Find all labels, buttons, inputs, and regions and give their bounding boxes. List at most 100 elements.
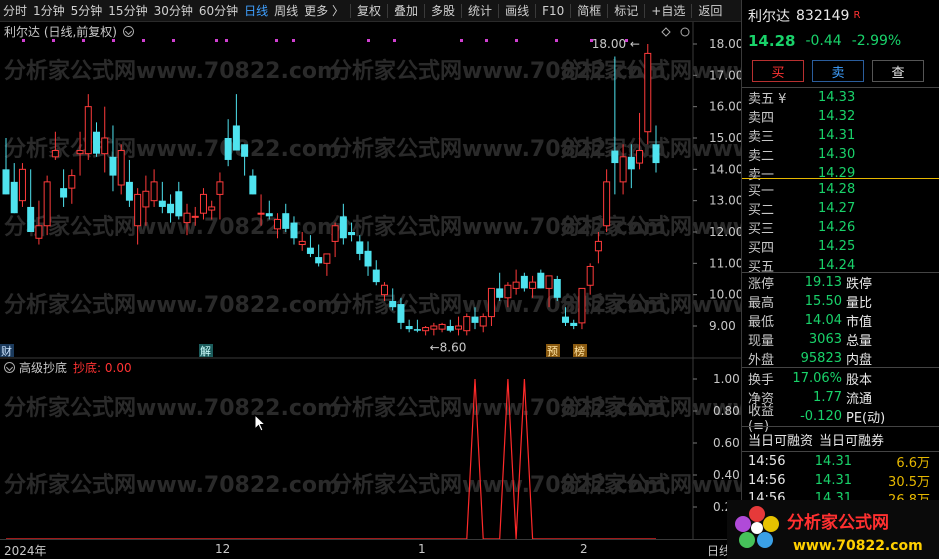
period-tab-daily[interactable]: 日线	[241, 0, 271, 21]
stats-button[interactable]: 统计	[465, 0, 495, 21]
adjust-button[interactable]: 复权	[354, 0, 384, 21]
candle-body-up	[298, 240, 306, 246]
current-volume-value: 3063	[808, 332, 842, 347]
candle-body-up	[487, 287, 495, 318]
total-volume-label: 总量	[846, 334, 873, 349]
candle-body-down	[520, 275, 528, 289]
candle-body-up	[43, 181, 51, 227]
forecast-marker: 预	[547, 345, 558, 358]
candle-body-down	[339, 216, 347, 239]
candle-body-up	[208, 206, 216, 211]
period-tab-1min[interactable]: 1分钟	[30, 0, 68, 21]
bid-label: 买四	[748, 241, 775, 256]
candle-body-up	[117, 150, 125, 186]
margin-row: 当日可融资 当日可融券	[748, 430, 935, 449]
ask-label: 卖五 ¥	[748, 92, 787, 107]
candle-body-down	[249, 175, 257, 195]
toolbar-divider	[498, 3, 500, 18]
share-capital-label: 股本	[846, 373, 873, 388]
period-tab-15min[interactable]: 15分钟	[105, 0, 150, 21]
overlay-button[interactable]: 叠加	[391, 0, 421, 21]
candle-body-down	[109, 156, 117, 176]
bid-1-row[interactable]: 买一 14.28	[748, 180, 935, 199]
period-tab-weekly[interactable]: 周线	[271, 0, 301, 21]
event-marker-dot	[275, 39, 278, 42]
candle-body-down	[27, 206, 35, 232]
x-axis: 2024年 12 1 2 日线	[0, 539, 741, 559]
candle-body-up	[512, 281, 520, 289]
low-value: 14.04	[804, 313, 842, 328]
indicator-name: 高级抄底	[19, 360, 68, 375]
trade-row: 14:56 14.31 6.6万	[748, 452, 935, 471]
bid-4-row[interactable]: 买四 14.25	[748, 237, 935, 256]
turnover-row: 换手 17.06% 股本	[748, 369, 935, 388]
ask-label: 卖三	[748, 130, 775, 145]
bid-3-row[interactable]: 买三 14.26	[748, 218, 935, 237]
market-cap-label: 市值	[846, 315, 873, 330]
bid-2-row[interactable]: 买二 14.27	[748, 199, 935, 218]
candle-body-down	[471, 316, 479, 323]
chevron-down-icon[interactable]	[4, 361, 15, 373]
query-button[interactable]: 查	[872, 60, 924, 82]
candle-body-up	[479, 316, 487, 327]
draw-line-button[interactable]: 画线	[502, 0, 532, 21]
candle-body-down	[570, 322, 578, 326]
candle-body-up	[463, 316, 471, 332]
mark-button[interactable]: 标记	[611, 0, 641, 21]
trade-price: 14.31	[814, 473, 852, 488]
diamond-icon	[661, 27, 671, 37]
buy-button[interactable]: 买	[752, 60, 804, 82]
candle-body-down	[224, 138, 232, 160]
multi-stock-button[interactable]: 多股	[428, 0, 458, 21]
candle-body-down	[10, 181, 18, 214]
divider	[742, 367, 939, 368]
indicator-tick-label: 0.40	[713, 468, 740, 482]
trade-row: 14:56 14.31 30.5万	[748, 471, 935, 490]
candle-body-up	[68, 175, 76, 189]
turnover-value: 17.06%	[792, 371, 842, 386]
y-tick-label: 10.00	[709, 288, 741, 302]
candle-body-down	[413, 329, 421, 331]
x-tick-label: 2024年	[4, 544, 47, 558]
candle-body-up	[142, 190, 150, 208]
ranking-marker: 榜	[574, 344, 585, 358]
candle-body-up	[619, 156, 627, 183]
last-price: 14.28	[748, 31, 796, 50]
candle-body-down	[125, 181, 133, 201]
watermark-text: 分析家公式网www.70822.com	[4, 395, 340, 421]
eps-value: -0.120	[800, 409, 842, 424]
indicator-tick-label: 0.60	[713, 436, 740, 450]
ask-price: 14.30	[818, 147, 856, 162]
y-tick-label: 15.00	[709, 131, 741, 145]
candle-body-up	[594, 240, 602, 252]
logo-title: 分析家公式网	[787, 512, 889, 533]
toolbar-divider	[350, 3, 351, 18]
period-tab-5min[interactable]: 5分钟	[68, 0, 106, 21]
sell-button[interactable]: 卖	[812, 60, 864, 82]
period-tab-30min[interactable]: 30分钟	[151, 0, 196, 21]
indicator-tick-label: 1.00	[713, 372, 740, 386]
event-marker-dot	[225, 39, 228, 42]
add-watchlist-button[interactable]: +自选	[648, 0, 688, 21]
period-tab-fenshi[interactable]: 分时	[0, 0, 30, 21]
candle-body-down	[397, 304, 405, 323]
candle-body-down	[356, 241, 364, 254]
simple-frame-button[interactable]: 简框	[574, 0, 604, 21]
inner-volume-label: 内盘	[846, 353, 873, 368]
ask-2-row[interactable]: 卖二 14.30	[748, 145, 935, 164]
period-tab-60min[interactable]: 60分钟	[196, 0, 241, 21]
f10-button[interactable]: F10	[539, 0, 567, 21]
bid-price: 14.28	[818, 182, 856, 197]
back-button[interactable]: 返回	[695, 0, 725, 21]
ask-5-row[interactable]: 卖五 ¥ 14.33	[748, 88, 935, 107]
ask-label: 卖二	[748, 149, 775, 164]
ask-4-row[interactable]: 卖四 14.32	[748, 107, 935, 126]
trade-time: 14:56	[748, 473, 786, 488]
period-tab-more[interactable]: 更多 〉	[301, 0, 347, 21]
kline-chart[interactable]: 分析家公式网www.70822.com 分析家公式网www.70822.com 分析…	[0, 22, 741, 539]
chevron-down-icon[interactable]	[123, 25, 134, 37]
stock-header: 利尔达 832149 R	[748, 6, 935, 25]
ask-3-row[interactable]: 卖三 14.31	[748, 126, 935, 145]
logo-url: www.70822.com	[793, 538, 923, 554]
bid-price: 14.26	[818, 220, 856, 235]
